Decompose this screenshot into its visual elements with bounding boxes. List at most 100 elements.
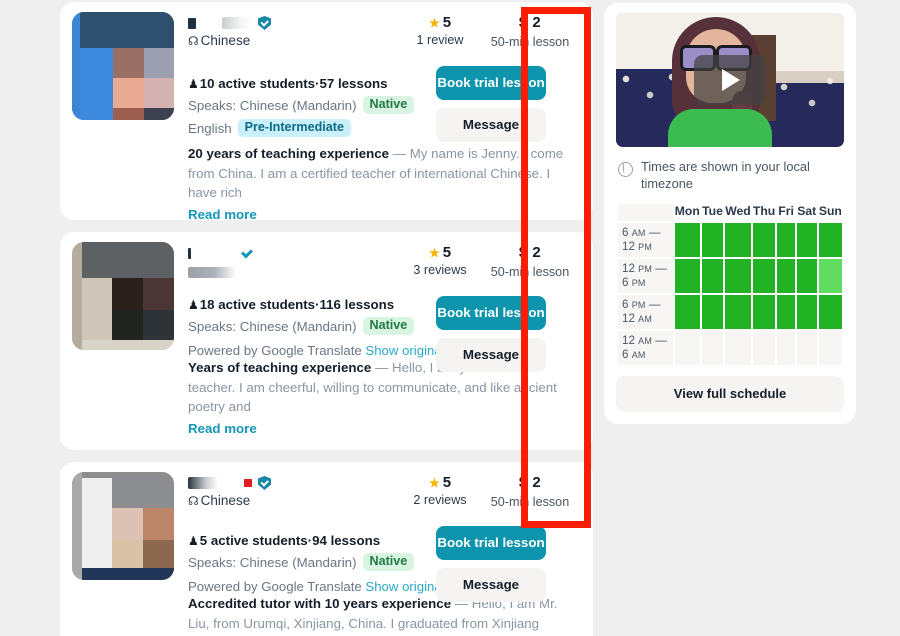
schedule-cell[interactable]	[674, 331, 700, 365]
schedule-row: 6 PM — 12 AM	[618, 295, 842, 329]
schedule-row-label: 6 PM — 12 AM	[618, 295, 673, 329]
tutor-card[interactable]: ☊ Chinese ♟ 5 active students·94 lessons…	[60, 462, 593, 636]
tutor-headline: 20 years of teaching experience	[188, 146, 390, 161]
reviews-count: 2 reviews	[413, 493, 467, 507]
tutor-intro-video[interactable]	[616, 13, 844, 147]
tutor-name-redacted	[188, 17, 196, 29]
label-to: 12	[622, 312, 635, 325]
label-from: 12	[622, 334, 635, 347]
schedule-cell[interactable]	[752, 259, 776, 293]
schedule-cell[interactable]	[777, 259, 795, 293]
label-to-unit: AM	[631, 350, 646, 360]
schedule-cell[interactable]	[777, 223, 795, 257]
rating-value: 5	[442, 14, 452, 31]
read-more-link[interactable]: Read more	[188, 421, 581, 436]
message-button[interactable]: Message	[436, 568, 546, 602]
tutor-card[interactable]: ♟ 18 active students·116 lessons Speaks:…	[60, 232, 593, 450]
schedule-cell[interactable]	[674, 259, 700, 293]
schedule-day-wed: Wed	[725, 204, 751, 218]
view-full-schedule-button[interactable]: View full schedule	[616, 376, 844, 412]
tutor-avatar[interactable]	[72, 472, 174, 580]
schedule-day-sat: Sat	[797, 204, 817, 218]
schedule-cell[interactable]	[752, 295, 776, 329]
book-trial-lesson-button[interactable]: Book trial lesson	[436, 296, 546, 330]
schedule-cell[interactable]	[777, 331, 795, 365]
schedule-cell[interactable]	[796, 331, 817, 365]
schedule-row-label: 6 AM — 12 PM	[618, 223, 673, 257]
price-duration: 50-min lesson	[490, 495, 570, 509]
tutor-price: $ 2 50-min lesson	[479, 14, 581, 50]
schedule-cell[interactable]	[674, 295, 700, 329]
rating-value: 5	[442, 244, 452, 261]
book-trial-lesson-button[interactable]: Book trial lesson	[436, 526, 546, 560]
schedule-day-mon: Mon	[674, 204, 700, 218]
schedule-day-sun: Sun	[818, 204, 842, 218]
tutor-name-blur	[222, 17, 252, 29]
schedule-day-tue: Tue	[702, 204, 723, 218]
schedule-cell[interactable]	[725, 223, 751, 257]
schedule-cell[interactable]	[701, 223, 724, 257]
label-to: 6	[622, 276, 629, 289]
tutor-avatar[interactable]	[72, 12, 174, 120]
read-more-link[interactable]: Read more	[188, 207, 581, 221]
person-icon: ♟	[188, 297, 199, 312]
tutor-card[interactable]: ☊ Chinese ♟ 10 active students·57 lesson…	[60, 2, 593, 220]
schedule-cell[interactable]	[752, 223, 776, 257]
label-from-unit: PM	[638, 264, 653, 274]
dash: —	[371, 360, 392, 375]
tutor-avatar[interactable]	[72, 242, 174, 350]
tutor-stats-label: 18 active students·116 lessons	[199, 297, 395, 312]
country-flag-icon	[244, 479, 252, 487]
speaks-label: Speaks: Chinese (Mandarin)	[188, 97, 357, 113]
schedule-cell[interactable]	[725, 259, 751, 293]
schedule-cell[interactable]	[818, 259, 842, 293]
price-amount: $ 2	[518, 14, 542, 31]
tutor-teaches-label: Chinese	[200, 33, 251, 48]
schedule-cell[interactable]	[796, 259, 817, 293]
schedule-day-thu: Thu	[752, 204, 776, 218]
schedule-cell[interactable]	[701, 259, 724, 293]
message-button[interactable]: Message	[436, 108, 546, 142]
schedule-cell[interactable]	[818, 295, 842, 329]
schedule-cell[interactable]	[701, 331, 724, 365]
price-duration: 50-min lesson	[490, 265, 570, 279]
schedule-cell[interactable]	[818, 223, 842, 257]
message-button[interactable]: Message	[436, 338, 546, 372]
rating-value: 5	[442, 474, 452, 491]
speaks-label: Speaks: Chinese (Mandarin)	[188, 554, 357, 570]
reviews-count: 3 reviews	[413, 263, 467, 277]
tutor-description: 20 years of teaching experience — My nam…	[188, 144, 581, 203]
schedule-cell[interactable]	[777, 295, 795, 329]
star-icon: ★	[428, 15, 440, 30]
schedule-cell[interactable]	[725, 295, 751, 329]
translate-note-label: Powered by Google Translate	[188, 579, 362, 594]
book-trial-lesson-button[interactable]: Book trial lesson	[436, 66, 546, 100]
label-from: 6	[622, 226, 629, 239]
label-to-unit: PM	[638, 242, 653, 252]
label-from-unit: AM	[631, 228, 646, 238]
label-to-unit: PM	[631, 278, 646, 288]
schedule-cell[interactable]	[725, 331, 751, 365]
tutor-rating: ★ 5 1 review	[401, 14, 479, 50]
schedule-row: 12 PM — 6 PM	[618, 259, 842, 293]
label-from-unit: PM	[631, 300, 646, 310]
schedule-corner	[618, 204, 673, 221]
graduation-cap-icon: ☊	[188, 493, 199, 508]
verified-badge-icon	[258, 476, 271, 490]
schedule-cell[interactable]	[796, 295, 817, 329]
schedule-cell[interactable]	[752, 331, 776, 365]
schedule-cell[interactable]	[796, 223, 817, 257]
availability-schedule: Mon Tue Wed Thu Fri Sat Sun 6 AM — 12 PM…	[616, 202, 844, 367]
second-language-level-badge: Pre-Intermediate	[237, 119, 352, 137]
schedule-cell[interactable]	[701, 295, 724, 329]
tutor-price: $ 2 50-min lesson	[479, 474, 581, 510]
person-icon: ♟	[188, 76, 199, 91]
play-icon[interactable]	[694, 55, 766, 105]
tutor-name-redacted	[188, 247, 191, 259]
tutor-actions: ★ 5 3 reviews $ 2 50-min lesson Book tri…	[401, 244, 581, 372]
schedule-cell[interactable]	[674, 223, 700, 257]
schedule-day-fri: Fri	[778, 204, 794, 218]
price-amount: $ 2	[518, 244, 542, 261]
translate-note-label: Powered by Google Translate	[188, 343, 362, 358]
schedule-cell[interactable]	[818, 331, 842, 365]
